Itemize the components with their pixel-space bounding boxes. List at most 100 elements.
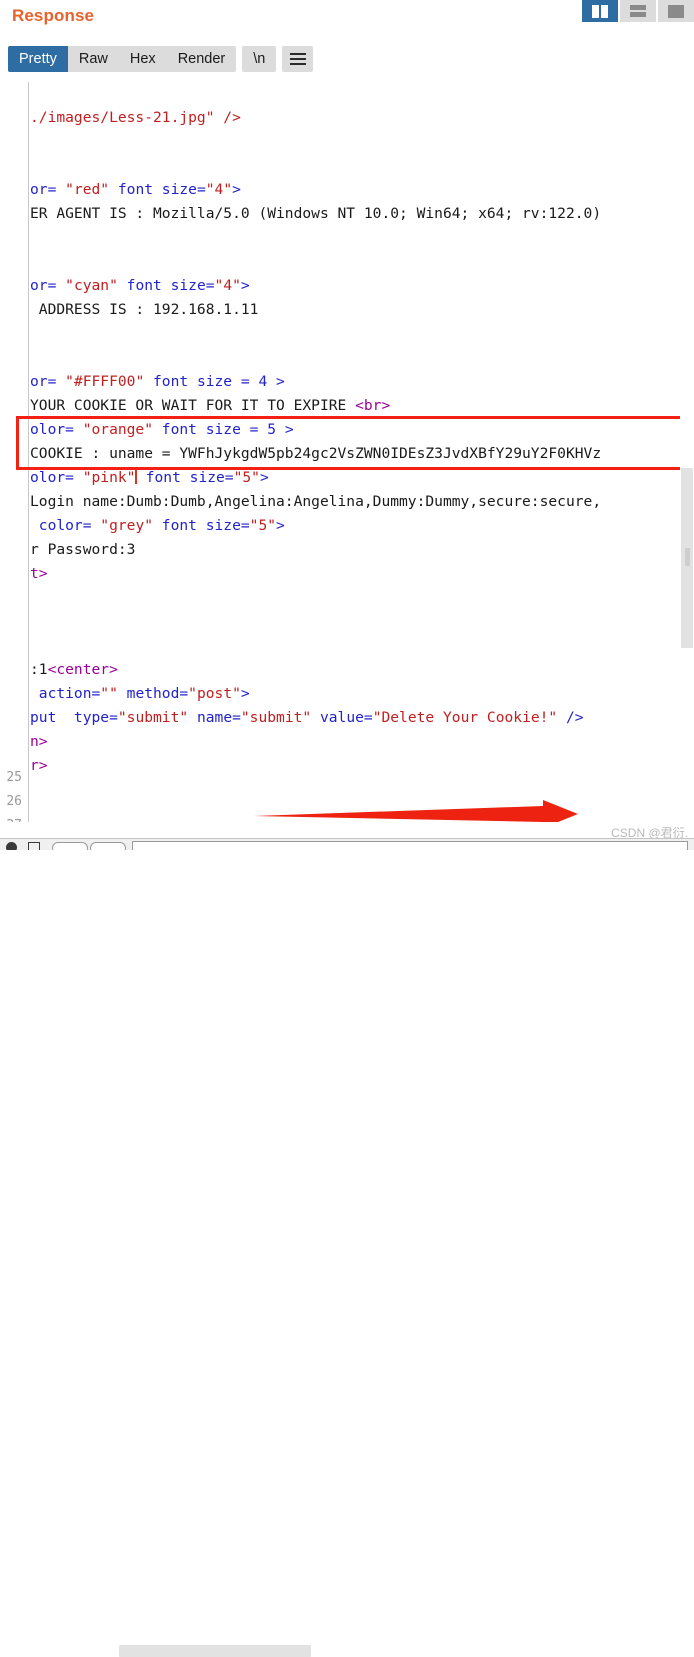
tab-render[interactable]: Render [167, 46, 237, 72]
response-header: Response [0, 0, 694, 42]
code-line: or= "red" font size="4"> [30, 178, 601, 202]
response-code-content[interactable]: ./images/Less-21.jpg" /> or= "red" font … [30, 82, 601, 778]
code-line: :1<center> [30, 658, 601, 682]
code-token: "5" [233, 469, 260, 486]
single-pane-button[interactable] [658, 0, 694, 22]
split-vertical-icon [592, 4, 608, 18]
split-horizontal-icon [630, 5, 646, 17]
code-token: r> [30, 757, 48, 774]
code-token: "Delete Your Cookie!" [372, 709, 558, 726]
split-vertical-button[interactable] [582, 0, 618, 22]
code-token: n> [30, 733, 48, 750]
code-token: > [240, 277, 250, 294]
line-number: 26 [6, 794, 22, 809]
code-token: <br> [355, 397, 391, 414]
code-token: <center> [47, 661, 118, 678]
code-line: ./images/Less-21.jpg" /> [30, 106, 601, 130]
code-token: name= [188, 709, 241, 726]
horizontal-scrollbar-track[interactable] [29, 822, 680, 1657]
view-mode-tabbar: Pretty Raw Hex Render \n [8, 46, 314, 72]
code-token: font size = [144, 373, 259, 390]
code-token: /> [557, 709, 584, 726]
line-number: 25 [6, 770, 22, 785]
line-number-gutter: 25 26 27 [0, 82, 28, 822]
code-line: n> [30, 730, 601, 754]
horizontal-scrollbar-thumb[interactable] [119, 1645, 311, 1657]
code-line: t> [30, 562, 601, 586]
code-line: or= "cyan" font size="4"> [30, 274, 601, 298]
hamburger-menu-icon[interactable] [282, 46, 314, 72]
code-token: font size = [153, 421, 268, 438]
code-token: or= [30, 181, 66, 198]
code-line: YOUR COOKIE OR WAIT FOR IT TO EXPIRE <br… [30, 394, 601, 418]
code-token: :1 [30, 661, 48, 678]
code-token: "pink" [82, 469, 136, 486]
code-line: Login name:Dumb:Dumb,Angelina:Angelina,D… [30, 490, 601, 514]
tab-group: Pretty Raw Hex Render [8, 46, 237, 72]
code-line: ER AGENT IS : Mozilla/5.0 (Windows NT 10… [30, 202, 601, 226]
code-token: ER AGENT IS : Mozilla/5.0 (Windows NT 10… [30, 205, 602, 222]
code-token: olor= [30, 421, 83, 438]
code-token: COOKIE : uname = YWFhJykgdW5pb24gc2VsZWN… [30, 445, 602, 462]
tab-raw[interactable]: Raw [68, 46, 119, 72]
code-token: action= [30, 685, 101, 702]
code-token: "cyan" [65, 277, 118, 294]
code-line: r Password:3 [30, 538, 601, 562]
code-token: 4 [258, 373, 268, 390]
line-number: 27 [6, 818, 22, 822]
code-line: r> [30, 754, 601, 778]
code-token: "submit" [117, 709, 189, 726]
code-token: or= [30, 373, 66, 390]
code-token: > [240, 685, 250, 702]
vertical-scrollbar-track[interactable] [680, 82, 694, 822]
code-token: "5" [249, 517, 277, 534]
code-line: action="" method="post"> [30, 682, 601, 706]
vertical-scrollbar-grip [685, 548, 690, 566]
code-token: font size= [109, 181, 206, 198]
tab-pretty[interactable]: Pretty [8, 46, 68, 72]
code-token: "#FFFF00" [65, 373, 145, 390]
code-token: color= [30, 517, 101, 534]
code-token: "" [100, 685, 118, 702]
code-token: 5 [267, 421, 277, 438]
code-token: font size= [117, 277, 215, 294]
code-token: "red" [65, 181, 110, 198]
code-token: > [276, 517, 285, 534]
code-token: "submit" [240, 709, 312, 726]
code-line: ADDRESS IS : 192.168.1.11 [30, 298, 601, 322]
code-token: method= [117, 685, 189, 702]
code-token: ADDRESS IS : 192.168.1.11 [30, 301, 259, 318]
code-token: "4" [214, 277, 241, 294]
code-line: or= "#FFFF00" font size = 4 > [30, 370, 601, 394]
code-token: put type= [30, 709, 118, 726]
code-line: olor= "orange" font size = 5 > [30, 418, 601, 442]
code-token: Login name:Dumb:Dumb,Angelina:Angelina,D… [30, 493, 602, 510]
gutter-divider [28, 82, 29, 822]
code-token: olor= [30, 469, 83, 486]
code-token: ./images/Less-21.jpg" /> [30, 109, 241, 126]
code-line: COOKIE : uname = YWFhJykgdW5pb24gc2VsZWN… [30, 442, 601, 466]
tab-hex[interactable]: Hex [119, 46, 167, 72]
code-token: r Password:3 [30, 541, 136, 558]
newline-toggle-button[interactable]: \n [242, 46, 277, 72]
code-token: > [259, 469, 269, 486]
response-body-editor[interactable]: 25 26 27 ./images/Less-21.jpg" /> or= "red… [0, 82, 694, 822]
code-line: put type="submit" name="submit" value="D… [30, 706, 601, 730]
code-token: "grey" [100, 517, 154, 534]
code-token: font size= [153, 517, 250, 534]
split-horizontal-button[interactable] [620, 0, 656, 22]
code-token: > [276, 421, 294, 438]
code-token: "4" [205, 181, 233, 198]
code-token: value= [311, 709, 373, 726]
code-token: > [267, 373, 285, 390]
page-title: Response [12, 6, 95, 25]
single-pane-icon [668, 4, 684, 18]
